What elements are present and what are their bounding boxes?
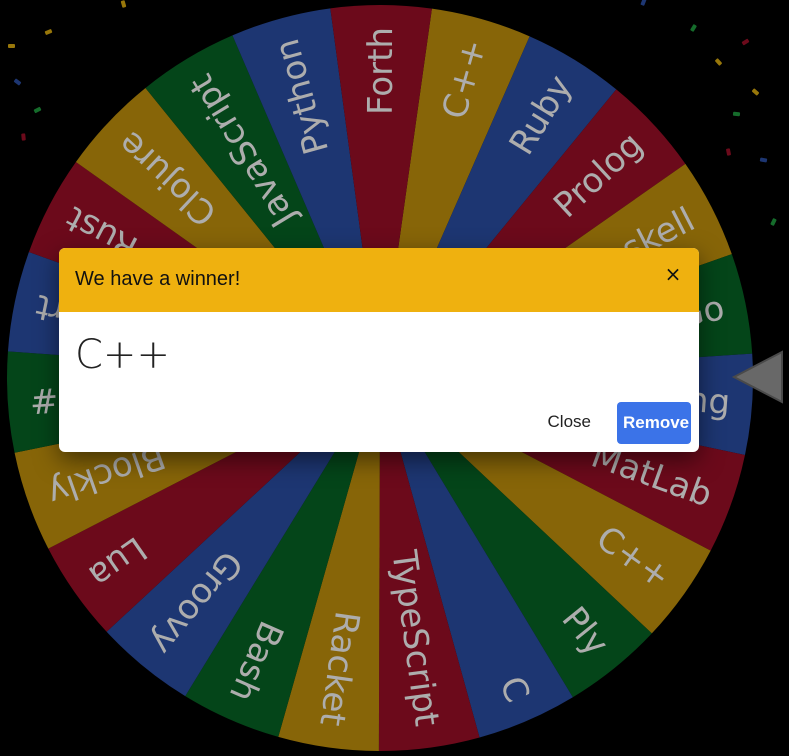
wheel-stage: C++RubyPrologHaskellGoProcessingMatLabC+…	[0, 0, 789, 756]
confetti-piece	[732, 111, 741, 117]
dialog-header: We have a winner! ×	[59, 248, 699, 312]
winner-dialog: We have a winner! × C++ Close Remove	[59, 248, 699, 452]
close-icon[interactable]: ×	[661, 262, 685, 286]
close-button[interactable]: Close	[536, 402, 603, 442]
wheel-segment-label: Forth	[361, 27, 401, 115]
confetti-piece	[8, 44, 15, 48]
remove-button[interactable]: Remove	[617, 402, 691, 444]
confetti-piece	[21, 133, 26, 141]
winner-name: C++	[75, 332, 170, 378]
dialog-title: We have a winner!	[75, 268, 241, 290]
